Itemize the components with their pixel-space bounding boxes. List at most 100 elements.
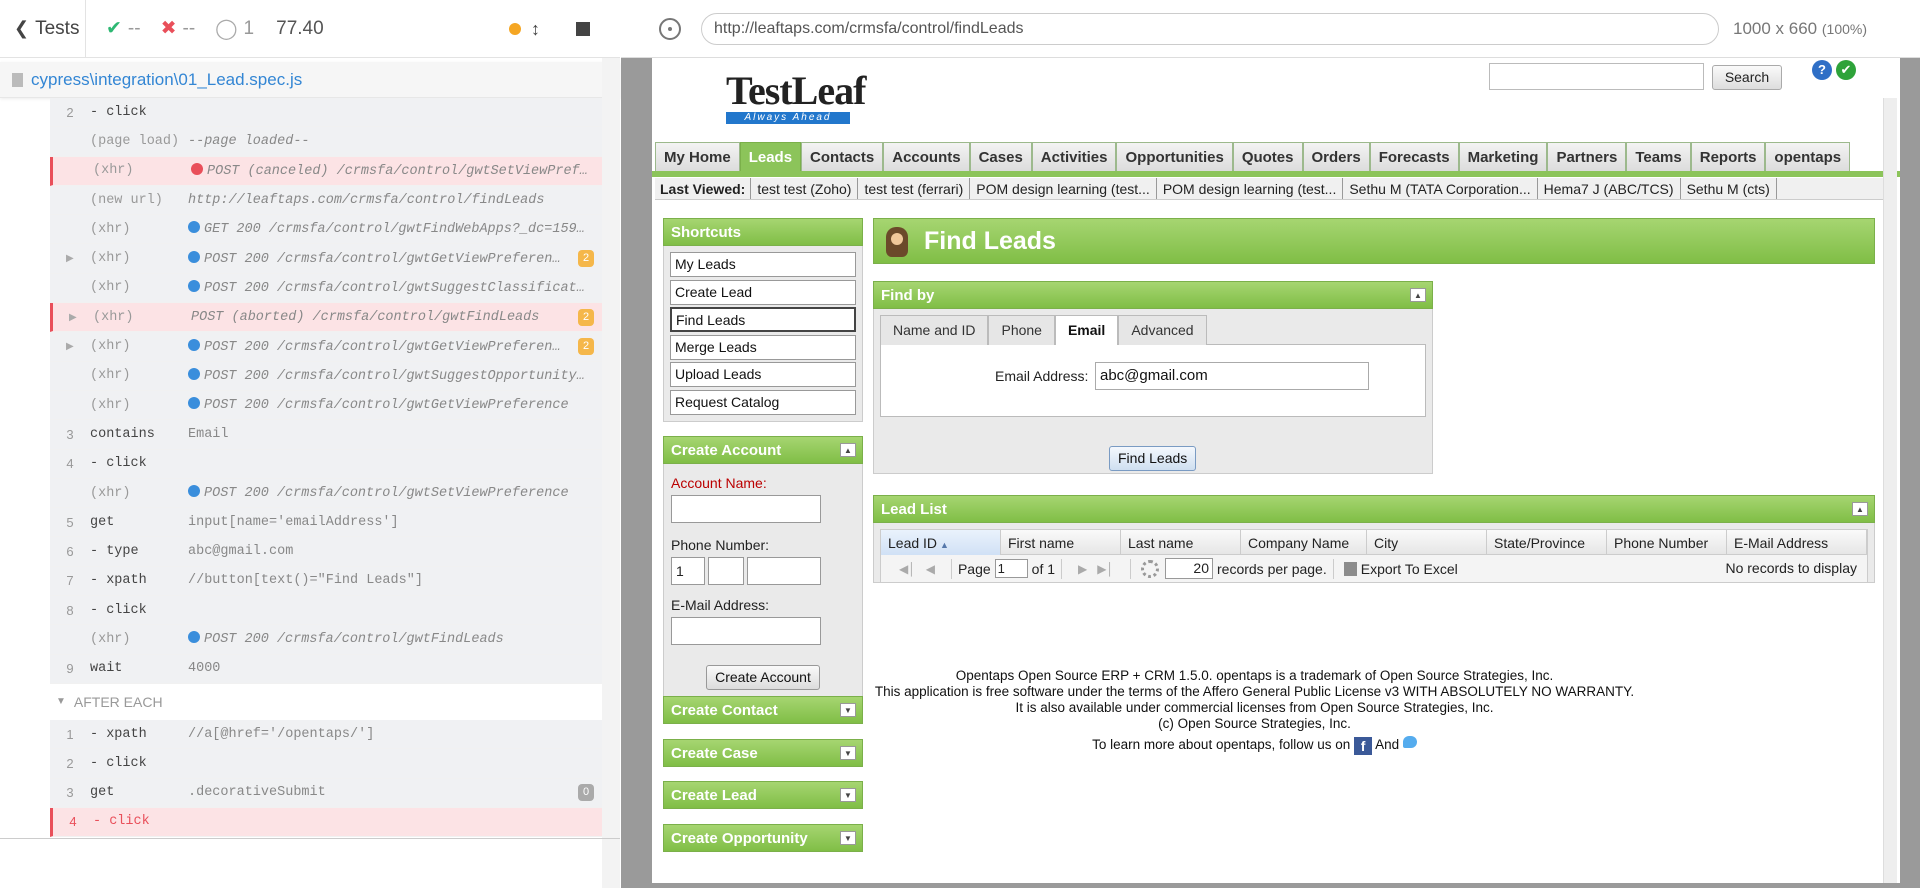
- command-row[interactable]: (xhr) POST 200 /crmsfa/control/gwtSuggest…: [50, 273, 602, 304]
- command-row[interactable]: (xhr) POST 200 /crmsfa/control/gwtSuggest…: [50, 361, 602, 391]
- search-input[interactable]: [1489, 63, 1704, 90]
- auto-scroll-toggle[interactable]: ↕: [531, 19, 540, 40]
- export-excel-button[interactable]: Export To Excel: [1361, 561, 1458, 577]
- last-viewed-link[interactable]: POM design learning (test...: [970, 178, 1157, 199]
- command-row[interactable]: (xhr) POST 200 /crmsfa/control/gwtGetView…: [50, 390, 602, 421]
- last-viewed-link[interactable]: Sethu M (cts): [1681, 178, 1777, 199]
- command-row[interactable]: (xhr) GET 200 /crmsfa/control/gwtFindWebA…: [50, 215, 602, 245]
- shortcut-merge-leads[interactable]: Merge Leads: [670, 334, 856, 360]
- phone-area-input[interactable]: [708, 557, 744, 585]
- tab-partners[interactable]: Partners: [1547, 142, 1627, 171]
- last-viewed-link[interactable]: Hema7 J (ABC/TCS): [1538, 178, 1681, 199]
- url-field[interactable]: http://leaftaps.com/crmsfa/control/findL…: [701, 12, 1719, 45]
- next-page-icon[interactable]: ▶: [1078, 562, 1087, 576]
- tab-orders[interactable]: Orders: [1302, 142, 1370, 171]
- twitter-icon[interactable]: [1402, 736, 1417, 748]
- records-per-page-input[interactable]: 20: [1165, 558, 1213, 579]
- tab-marketing[interactable]: Marketing: [1458, 142, 1548, 171]
- command-row[interactable]: (new url) http://leaftaps.com/crmsfa/cont…: [50, 185, 602, 216]
- tab-teams[interactable]: Teams: [1626, 142, 1691, 171]
- command-row[interactable]: 7 - xpath //button[text()="Find Leads"]: [50, 566, 602, 597]
- expand-down-icon[interactable]: ▼: [840, 788, 856, 802]
- command-row[interactable]: ▶ (xhr) POST (aborted) /crmsfa/control/gwt…: [50, 303, 602, 333]
- shortcut-find-leads[interactable]: Find Leads: [670, 307, 856, 332]
- command-row[interactable]: 4 - click: [50, 449, 602, 479]
- column-header[interactable]: Lead ID ▲: [881, 530, 1001, 556]
- tab-quotes[interactable]: Quotes: [1232, 142, 1303, 171]
- tab-email[interactable]: Email: [1054, 315, 1119, 345]
- tab-activities[interactable]: Activities: [1031, 142, 1117, 171]
- shortcut-my-leads[interactable]: My Leads: [670, 252, 856, 277]
- selector-playground-icon[interactable]: [659, 17, 681, 40]
- tab-my-home[interactable]: My Home: [655, 142, 740, 171]
- expand-arrow-icon[interactable]: ▶: [66, 253, 74, 264]
- find-leads-button[interactable]: Find Leads: [1109, 446, 1197, 471]
- collapse-up-icon[interactable]: ▲: [840, 443, 856, 457]
- command-row[interactable]: (xhr) POST (canceled) /crmsfa/control/gwt…: [50, 156, 602, 186]
- last-viewed-link[interactable]: Sethu M (TATA Corporation...: [1343, 178, 1538, 199]
- stop-button[interactable]: [576, 22, 590, 36]
- column-header[interactable]: Last name: [1121, 530, 1241, 556]
- phone-country-input[interactable]: 1: [671, 557, 705, 585]
- command-row[interactable]: (page load) --page loaded--: [50, 127, 602, 157]
- shortcut-upload-leads[interactable]: Upload Leads: [670, 362, 856, 387]
- last-viewed-link[interactable]: test test (ferrari): [858, 178, 971, 199]
- expand-down-icon[interactable]: ▼: [840, 831, 856, 845]
- column-header[interactable]: First name: [1001, 530, 1121, 556]
- command-row[interactable]: (xhr) POST 200 /crmsfa/control/gwtSetView…: [50, 478, 602, 509]
- shortcut-create-lead[interactable]: Create Lead: [670, 279, 856, 305]
- command-row[interactable]: 3 get .decorativeSubmit 0: [50, 778, 602, 808]
- shortcut-request-catalog[interactable]: Request Catalog: [670, 389, 856, 415]
- tab-cases[interactable]: Cases: [969, 142, 1032, 171]
- column-header[interactable]: State/Province: [1487, 530, 1607, 556]
- first-page-icon[interactable]: ◀│: [899, 562, 916, 576]
- help-icon[interactable]: ?: [1812, 60, 1832, 80]
- tab-opportunities[interactable]: Opportunities: [1116, 142, 1233, 171]
- facebook-icon[interactable]: f: [1354, 737, 1373, 755]
- column-header[interactable]: E-Mail Address: [1727, 530, 1867, 556]
- panel-header[interactable]: Create Lead ▼: [663, 781, 863, 809]
- tests-button[interactable]: ❮ Tests: [0, 0, 86, 58]
- last-viewed-link[interactable]: POM design learning (test...: [1157, 178, 1344, 199]
- status-check-icon[interactable]: ✔: [1836, 60, 1856, 80]
- tab-contacts[interactable]: Contacts: [801, 142, 884, 171]
- tab-opentaps[interactable]: opentaps: [1765, 142, 1851, 171]
- panel-header[interactable]: Create Opportunity ▼: [663, 824, 863, 852]
- phone-number-input[interactable]: [747, 557, 821, 585]
- last-page-icon[interactable]: ▶│: [1097, 562, 1114, 576]
- collapse-up-icon[interactable]: ▲: [1852, 502, 1868, 516]
- column-header[interactable]: Phone Number: [1607, 530, 1727, 556]
- tab-advanced[interactable]: Advanced: [1118, 315, 1207, 345]
- runner-scrollbar[interactable]: [602, 58, 620, 888]
- tab-reports[interactable]: Reports: [1690, 142, 1766, 171]
- column-header[interactable]: Company Name: [1241, 530, 1367, 556]
- command-row[interactable]: 8 - click: [50, 596, 602, 626]
- panel-create-opportunity[interactable]: Create Opportunity ▼: [663, 824, 863, 852]
- command-row[interactable]: ▶ (xhr) POST 200 /crmsfa/control/gwtGetVie…: [50, 244, 602, 274]
- tab-leads[interactable]: Leads: [739, 142, 802, 171]
- command-row[interactable]: 5 get input[name='emailAddress']: [50, 508, 602, 538]
- command-row[interactable]: (xhr) POST 200 /crmsfa/control/gwtFindLea…: [50, 625, 602, 655]
- email-address-input[interactable]: abc@gmail.com: [1095, 362, 1369, 390]
- refresh-icon[interactable]: [1141, 559, 1159, 578]
- command-row[interactable]: 3 contains Email: [50, 420, 602, 450]
- expand-arrow-icon[interactable]: ▶: [66, 341, 74, 352]
- tab-forecasts[interactable]: Forecasts: [1369, 142, 1459, 171]
- search-button[interactable]: Search: [1712, 65, 1782, 90]
- command-row[interactable]: 6 - type abc@gmail.com: [50, 537, 602, 567]
- spec-file-bar[interactable]: cypress\integration\01_Lead.spec.js: [0, 62, 620, 98]
- collapse-up-icon[interactable]: ▲: [1410, 288, 1426, 302]
- panel-create-lead[interactable]: Create Lead ▼: [663, 781, 863, 809]
- command-row[interactable]: 4 - click: [50, 807, 602, 838]
- last-viewed-link[interactable]: test test (Zoho): [751, 178, 859, 199]
- command-row[interactable]: 2 - click: [50, 749, 602, 779]
- expand-arrow-icon[interactable]: ▶: [69, 312, 77, 323]
- tab-accounts[interactable]: Accounts: [883, 142, 970, 171]
- command-row[interactable]: 9 wait 4000: [50, 654, 602, 684]
- tab-phone[interactable]: Phone: [988, 315, 1055, 345]
- page-number-input[interactable]: 1: [994, 559, 1028, 578]
- account-email-input[interactable]: [671, 617, 821, 645]
- command-row[interactable]: 1 - xpath //a[@href='/opentaps/']: [50, 719, 602, 750]
- column-header[interactable]: City: [1367, 530, 1487, 556]
- command-row[interactable]: ▶ (xhr) POST 200 /crmsfa/control/gwtGetVie…: [50, 332, 602, 362]
